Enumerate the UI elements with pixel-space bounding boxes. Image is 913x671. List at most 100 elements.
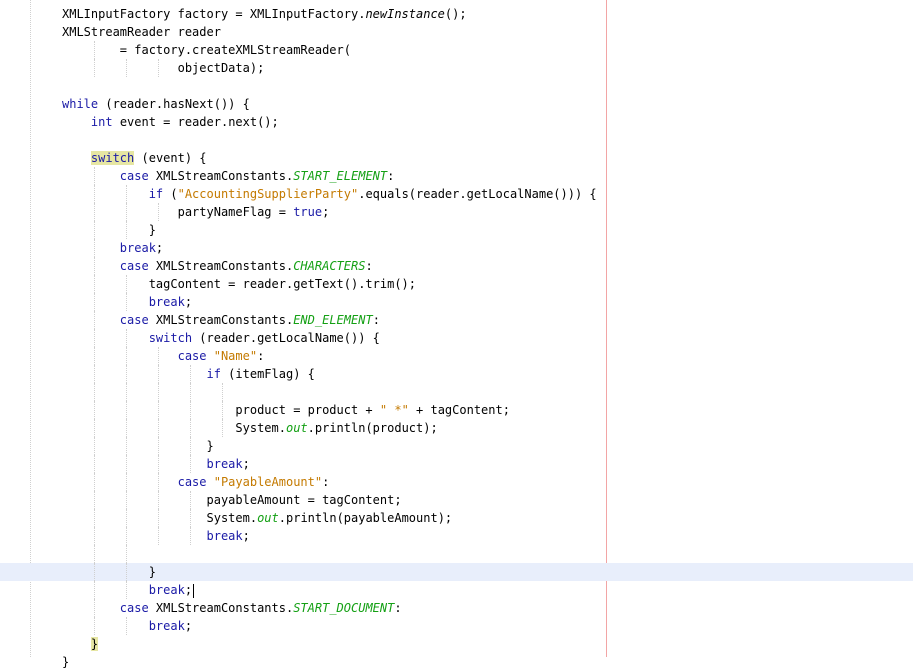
code-token: : [372, 313, 380, 327]
code-token: "PayableAmount" [213, 475, 323, 489]
code-token: : [365, 259, 373, 273]
code-token: (); [444, 7, 467, 21]
code-line[interactable]: XMLStreamReader reader [62, 23, 221, 41]
code-token: (event) { [134, 151, 207, 165]
code-token: true [293, 205, 323, 219]
code-line[interactable]: switch (event) { [62, 149, 207, 167]
code-token: ; [155, 241, 164, 255]
code-token: (reader.hasNext()) { [98, 97, 250, 111]
code-token: .println(product); [307, 421, 438, 435]
code-line[interactable]: tagContent = reader.getText().trim(); [62, 275, 416, 293]
code-line[interactable]: case XMLStreamConstants.CHARACTERS: [62, 257, 373, 275]
code-token: break [148, 295, 185, 309]
code-token: event = reader.next(); [112, 115, 279, 129]
code-line[interactable]: break; [62, 581, 195, 599]
indent-guide [126, 545, 127, 563]
code-line[interactable]: if ("AccountingSupplierParty".equals(rea… [62, 185, 597, 203]
code-line[interactable]: partyNameFlag = true; [62, 203, 330, 221]
indent-guide [126, 383, 127, 401]
left-indent-ruler [30, 0, 31, 657]
code-line[interactable]: System.out.println(product); [62, 419, 438, 437]
code-line[interactable]: } [62, 437, 214, 455]
code-line[interactable]: case XMLStreamConstants.END_ELEMENT: [62, 311, 380, 329]
code-token: System. [62, 511, 258, 525]
code-line[interactable]: } [62, 221, 156, 239]
code-token: XMLInputFactory factory = XMLInputFactor… [62, 7, 366, 21]
indent-guide [190, 383, 191, 401]
code-line[interactable]: case "Name": [62, 347, 265, 365]
code-token: : [322, 475, 330, 489]
code-line[interactable]: objectData); [62, 59, 265, 77]
code-token: case [177, 475, 207, 489]
code-line[interactable]: while (reader.hasNext()) { [62, 95, 250, 113]
code-token: ; [184, 295, 193, 309]
code-token: ; [184, 619, 193, 633]
code-line[interactable]: break; [62, 527, 250, 545]
code-line[interactable]: } [62, 653, 69, 671]
code-token: break [206, 529, 243, 543]
code-token: } [62, 223, 156, 237]
code-line[interactable]: case XMLStreamConstants.START_ELEMENT: [62, 167, 395, 185]
text-caret [193, 583, 195, 598]
code-token: } [90, 637, 99, 651]
code-line[interactable]: break; [62, 617, 192, 635]
code-line[interactable]: } [62, 563, 156, 581]
code-line[interactable]: switch (reader.getLocalName()) { [62, 329, 380, 347]
indent-guide [94, 545, 95, 563]
code-line[interactable]: = factory.createXMLStreamReader( [62, 41, 351, 59]
code-token: case [177, 349, 207, 363]
code-line[interactable]: } [62, 635, 99, 653]
code-token: XMLStreamConstants. [148, 313, 294, 327]
indent-guide [158, 383, 159, 401]
code-line[interactable]: product = product + " *" + tagContent; [62, 401, 510, 419]
code-line[interactable]: case "PayableAmount": [62, 473, 330, 491]
code-token: break [119, 241, 156, 255]
code-token: : [394, 601, 402, 615]
code-token: int [90, 115, 113, 129]
code-line[interactable]: payableAmount = tagContent; [62, 491, 401, 509]
code-token: ; [242, 529, 250, 543]
indent-guide [222, 383, 223, 401]
code-token: XMLStreamConstants. [148, 259, 294, 273]
code-editor[interactable]: XMLInputFactory factory = XMLInputFactor… [0, 0, 913, 669]
code-token: XMLStreamConstants. [148, 169, 294, 183]
code-token: switch [148, 331, 193, 345]
code-token: partyNameFlag = [62, 205, 294, 219]
code-line[interactable]: break; [62, 455, 250, 473]
code-line[interactable]: XMLInputFactory factory = XMLInputFactor… [62, 5, 467, 23]
code-line[interactable]: case XMLStreamConstants.START_DOCUMENT: [62, 599, 402, 617]
code-line[interactable]: int event = reader.next(); [62, 113, 279, 131]
code-token: while [62, 97, 99, 111]
code-line[interactable]: break; [62, 293, 192, 311]
code-line[interactable]: break; [62, 239, 163, 257]
code-token: ( [163, 187, 178, 201]
code-token: "AccountingSupplierParty" [177, 187, 359, 201]
code-token: break [148, 619, 185, 633]
code-token: } [62, 439, 214, 453]
code-token: } [62, 565, 156, 579]
code-token: : [387, 169, 395, 183]
code-line[interactable]: if (itemFlag) { [62, 365, 315, 383]
code-token: case [119, 313, 149, 327]
code-token: = factory.createXMLStreamReader( [62, 43, 351, 57]
code-token: END_ELEMENT [293, 313, 373, 327]
code-token: case [119, 259, 149, 273]
code-token: XMLStreamConstants. [148, 601, 294, 615]
code-token: .println(payableAmount); [278, 511, 453, 525]
code-line[interactable]: System.out.println(payableAmount); [62, 509, 452, 527]
code-token: (reader.getLocalName()) { [192, 331, 380, 345]
